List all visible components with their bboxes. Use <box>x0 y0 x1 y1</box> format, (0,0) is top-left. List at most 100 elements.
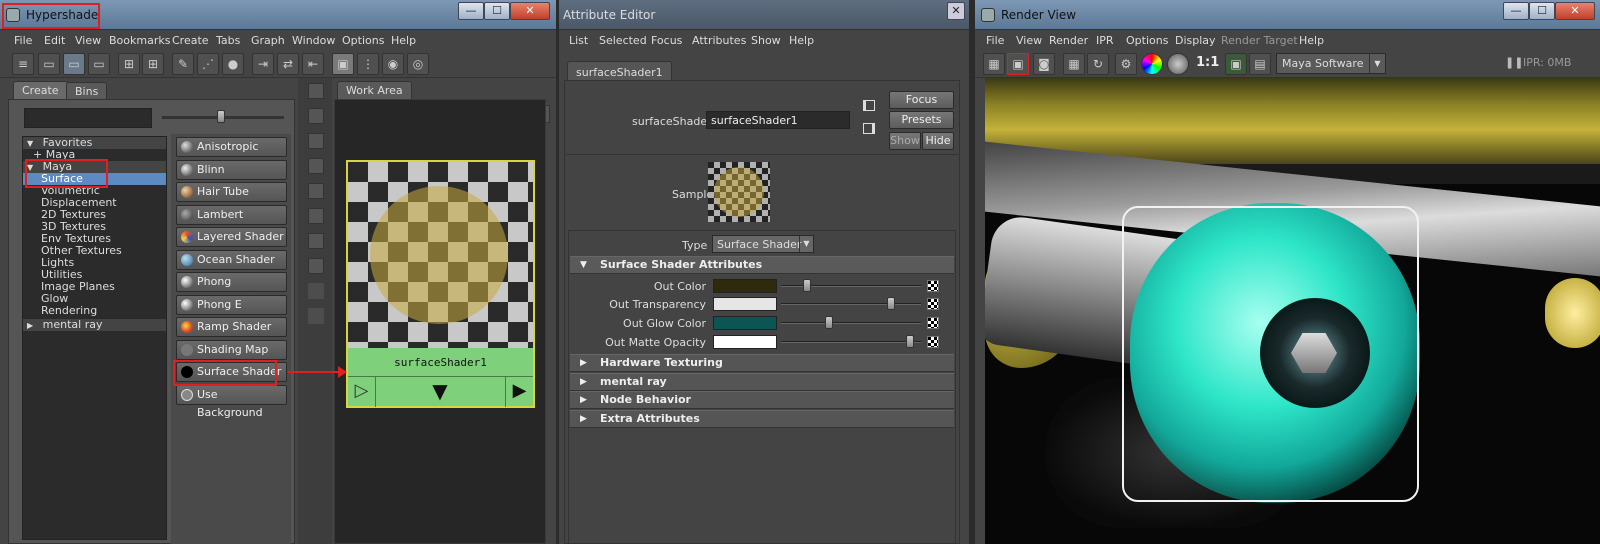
section-extra-attributes[interactable]: ▶ Extra Attributes <box>570 410 954 428</box>
section-hardware-texturing[interactable]: ▶ Hardware Texturing <box>570 354 954 372</box>
out-transparency-slider[interactable] <box>781 297 921 310</box>
side-tool-icon[interactable] <box>308 133 324 149</box>
output-connection-icon[interactable] <box>863 100 875 111</box>
menu-list[interactable]: List <box>569 34 588 47</box>
menu-file[interactable]: File <box>14 34 32 47</box>
maximize-button[interactable]: ☐ <box>1529 2 1555 20</box>
input-port-icon[interactable]: ▷ <box>348 377 376 407</box>
slider-knob[interactable] <box>906 335 915 348</box>
bookmark-icon[interactable]: ▣ <box>332 53 354 75</box>
presets-button[interactable]: Presets <box>889 111 954 129</box>
swatch-toggle-icon[interactable]: ⋮ <box>357 53 379 75</box>
swatch-size-knob[interactable] <box>217 110 225 123</box>
shader-anisotropic-button[interactable]: Anisotropic <box>176 137 287 157</box>
out-color-swatch[interactable] <box>713 279 777 293</box>
keep-image-icon[interactable]: ▣ <box>1225 53 1247 75</box>
swatch-size-slider[interactable] <box>162 110 284 123</box>
filter-input[interactable] <box>24 108 152 128</box>
shader-use-background-button[interactable]: Use Background <box>176 385 287 419</box>
slider-knob[interactable] <box>886 297 895 310</box>
out-color-slider[interactable] <box>781 279 921 292</box>
ipr-render-icon[interactable]: ▦ <box>1063 53 1085 75</box>
graph-materials-icon[interactable]: ● <box>222 53 244 75</box>
output-port-icon[interactable]: ▶ <box>505 377 533 407</box>
output-connections-icon[interactable]: ⇤ <box>302 53 324 75</box>
clear-graph-icon[interactable]: ✎ <box>172 53 194 75</box>
shader-node[interactable]: surfaceShader1 ▷ ▼ ▶ <box>346 160 535 408</box>
menu-view[interactable]: View <box>75 34 101 47</box>
shader-ramp-button[interactable]: Ramp Shader <box>176 317 287 337</box>
menu-display[interactable]: Display <box>1175 34 1216 47</box>
close-button[interactable]: ✕ <box>1555 2 1595 20</box>
menu-render[interactable]: Render <box>1049 34 1088 47</box>
map-button-icon[interactable] <box>927 317 939 329</box>
menu-options[interactable]: Options <box>342 34 384 47</box>
side-tool-icon[interactable] <box>308 308 324 324</box>
shader-layered-button[interactable]: Layered Shader <box>176 227 287 247</box>
ae-titlebar[interactable]: Attribute Editor ✕ <box>559 0 969 30</box>
render-region-icon[interactable]: ▣ <box>1007 53 1029 75</box>
shader-lambert-button[interactable]: Lambert <box>176 205 287 225</box>
pause-ipr-icon[interactable]: ❚❚ <box>1505 56 1523 69</box>
menu-options[interactable]: Options <box>1126 34 1168 47</box>
layout-both-icon[interactable]: ▭ <box>63 53 85 75</box>
menu-help[interactable]: Help <box>789 34 814 47</box>
ae-close-button[interactable]: ✕ <box>947 2 965 20</box>
menu-show[interactable]: Show <box>751 34 781 47</box>
ae-node-tab[interactable]: surfaceShader1 <box>567 61 672 81</box>
out-matte-opacity-swatch[interactable] <box>713 335 777 349</box>
menu-render-target[interactable]: Render Target <box>1221 34 1298 47</box>
section-mental-ray[interactable]: ▶ mental ray <box>570 373 954 391</box>
menu-file[interactable]: File <box>986 34 1004 47</box>
rgb-channel-icon[interactable] <box>1141 53 1163 75</box>
renderer-dropdown[interactable]: Maya Software ▼ <box>1276 53 1386 74</box>
tree-item[interactable]: Rendering <box>41 305 97 317</box>
focus-button[interactable]: Focus <box>889 91 954 109</box>
type-dropdown[interactable]: Surface Shader ▼ <box>712 235 814 253</box>
show-button[interactable]: Show <box>889 132 921 150</box>
tab-create[interactable]: Create <box>13 81 68 99</box>
section-node-behavior[interactable]: ▶ Node Behavior <box>570 391 954 409</box>
shader-blinn-button[interactable]: Blinn <box>176 160 287 180</box>
close-button[interactable]: ✕ <box>510 2 550 20</box>
alpha-channel-icon[interactable] <box>1167 53 1189 75</box>
map-button-icon[interactable] <box>927 336 939 348</box>
render-node-icon[interactable]: ◉ <box>382 53 404 75</box>
minimize-button[interactable]: — <box>1503 2 1529 20</box>
rearrange-graph-icon[interactable]: ⋰ <box>197 53 219 75</box>
slider-knob[interactable] <box>803 279 812 292</box>
menu-help[interactable]: Help <box>1299 34 1324 47</box>
menu-create[interactable]: Create <box>172 34 209 47</box>
layout-bottom-icon[interactable]: ▭ <box>88 53 110 75</box>
menu-tabs[interactable]: Tabs <box>216 34 240 47</box>
side-tool-icon[interactable] <box>308 108 324 124</box>
shader-phong-e-button[interactable]: Phong E <box>176 295 287 315</box>
shader-shading-map-button[interactable]: Shading Map <box>176 340 287 360</box>
out-matte-opacity-slider[interactable] <box>781 335 921 348</box>
input-connection-icon[interactable] <box>863 123 875 134</box>
list-icon[interactable]: ≡ <box>12 53 34 75</box>
graph-downstream-icon[interactable]: ⊞ <box>142 53 164 75</box>
section-surface-shader-attributes[interactable]: ▼ Surface Shader Attributes <box>570 256 954 274</box>
side-tool-icon[interactable] <box>308 83 324 99</box>
menu-window[interactable]: Window <box>292 34 335 47</box>
shader-phong-button[interactable]: Phong <box>176 272 287 292</box>
input-connections-icon[interactable]: ⇥ <box>252 53 274 75</box>
snapshot-icon[interactable]: ◙ <box>1033 53 1055 75</box>
menu-selected[interactable]: Selected <box>599 34 647 47</box>
menu-view[interactable]: View <box>1016 34 1042 47</box>
tab-bins[interactable]: Bins <box>66 82 108 100</box>
tree-item[interactable]: ▶ mental ray <box>23 319 166 331</box>
render-view-titlebar[interactable]: Render View — ☐ ✕ <box>975 0 1600 30</box>
input-output-icon[interactable]: ⇄ <box>277 53 299 75</box>
map-button-icon[interactable] <box>927 280 939 292</box>
graph-upstream-icon[interactable]: ⊞ <box>118 53 140 75</box>
out-glow-color-slider[interactable] <box>781 316 921 329</box>
minimize-button[interactable]: — <box>458 2 484 20</box>
map-button-icon[interactable] <box>927 298 939 310</box>
shader-hair-tube-button[interactable]: Hair Tube Shader <box>176 182 287 216</box>
menu-edit[interactable]: Edit <box>44 34 65 47</box>
menu-ipr[interactable]: IPR <box>1096 34 1114 47</box>
maximize-button[interactable]: ☐ <box>484 2 510 20</box>
side-tool-icon[interactable] <box>308 158 324 174</box>
